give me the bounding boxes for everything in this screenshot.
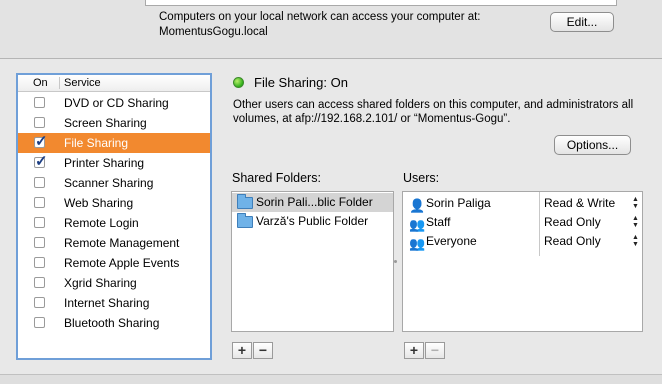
service-checkbox[interactable] [34,277,45,288]
service-label: Remote Login [64,216,139,230]
service-checkbox[interactable] [34,152,48,170]
local-hostname: MomentusGogu.local [159,26,268,38]
column-divider [59,77,60,89]
folder-icon [237,194,253,209]
shared-folders-list[interactable]: Sorin Pali...blic Folder Varză's Public F… [231,191,394,332]
users-label: Users: [403,171,440,185]
service-label: Remote Apple Events [64,256,180,270]
shared-folder-name: Varză's Public Folder [256,214,369,228]
service-checkbox[interactable] [34,197,45,208]
popup-arrows-icon[interactable]: ▲ ▼ [632,196,639,210]
service-row[interactable]: Remote Apple Events [18,253,210,273]
remove-user-button[interactable]: − [425,342,445,359]
service-checkbox[interactable] [34,217,45,228]
user-name: Staff [426,215,451,229]
service-row[interactable]: Bluetooth Sharing [18,313,210,333]
service-checkbox[interactable] [34,132,48,150]
user-row[interactable]: 👥 Everyone Read Only ▲ ▼ [403,232,642,251]
service-checkbox[interactable] [34,297,45,308]
popup-arrows-icon[interactable]: ▲ ▼ [632,234,639,248]
service-label: DVD or CD Sharing [64,96,169,110]
computer-name-section: Computers on your local network can acce… [0,0,662,59]
shared-folder-name: Sorin Pali...blic Folder [256,195,373,209]
service-label: Bluetooth Sharing [64,316,160,330]
shared-folder-row[interactable]: Sorin Pali...blic Folder [232,193,393,212]
remove-folder-button[interactable]: − [253,342,273,359]
service-label: Web Sharing [64,196,134,210]
service-row[interactable]: File Sharing [18,132,210,153]
add-user-button[interactable]: + [404,342,424,359]
options-button[interactable]: Options... [554,135,631,155]
service-label: Screen Sharing [64,116,147,130]
service-row[interactable]: Screen Sharing [18,113,210,133]
group-icon: 👥 [409,236,426,251]
service-label: Remote Management [64,236,180,250]
edit-button[interactable]: Edit... [550,12,614,32]
user-row[interactable]: 👤 Sorin Paliga Read & Write ▲ ▼ [403,194,642,213]
permission-popup[interactable]: Read Only [544,232,601,251]
service-row[interactable]: DVD or CD Sharing [18,93,210,113]
add-folder-button[interactable]: + [232,342,252,359]
service-checkbox[interactable] [34,317,45,328]
service-label: Internet Sharing [64,296,150,310]
popup-arrows-icon[interactable]: ▲ ▼ [632,215,639,229]
service-row[interactable]: Internet Sharing [18,293,210,313]
user-name: Everyone [426,234,477,248]
user-name: Sorin Paliga [426,196,491,210]
service-checkbox[interactable] [34,117,45,128]
folder-icon [237,213,253,228]
service-label: Printer Sharing [64,156,145,170]
service-row[interactable]: Remote Login [18,213,210,233]
users-list[interactable]: 👤 Sorin Paliga Read & Write ▲ ▼ 👥 Staff Read On… [402,191,643,332]
user-row[interactable]: 👥 Staff Read Only ▲ ▼ [403,213,642,232]
service-row[interactable]: Xgrid Sharing [18,273,210,293]
service-label: Xgrid Sharing [64,276,137,290]
status-indicator-icon [233,77,244,88]
service-label: Scanner Sharing [64,176,154,190]
shared-folder-row[interactable]: Varză's Public Folder [232,212,393,231]
service-label: File Sharing [64,136,129,150]
service-column-header[interactable]: Service [64,75,101,91]
service-checkbox[interactable] [34,257,45,268]
service-row[interactable]: Printer Sharing [18,152,210,173]
permission-popup[interactable]: Read Only [544,213,601,232]
on-column-header[interactable]: On [33,75,48,91]
permission-popup[interactable]: Read & Write [544,194,615,213]
status-description: Other users can access shared folders on… [233,99,634,125]
splitter-handle[interactable] [394,260,397,263]
computer-name-field[interactable] [145,0,617,6]
status-title: File Sharing: On [254,75,348,90]
service-list[interactable]: On Service DVD or CD Sharing Screen Shari… [16,73,212,360]
local-network-text: Computers on your local network can acce… [159,11,481,23]
shared-folders-label: Shared Folders: [232,171,321,185]
service-row[interactable]: Web Sharing [18,193,210,213]
service-checkbox[interactable] [34,237,45,248]
service-checkbox[interactable] [34,177,45,188]
service-list-header: On Service [18,75,210,92]
service-checkbox[interactable] [34,97,45,108]
service-row[interactable]: Remote Management [18,233,210,253]
service-row[interactable]: Scanner Sharing [18,173,210,193]
